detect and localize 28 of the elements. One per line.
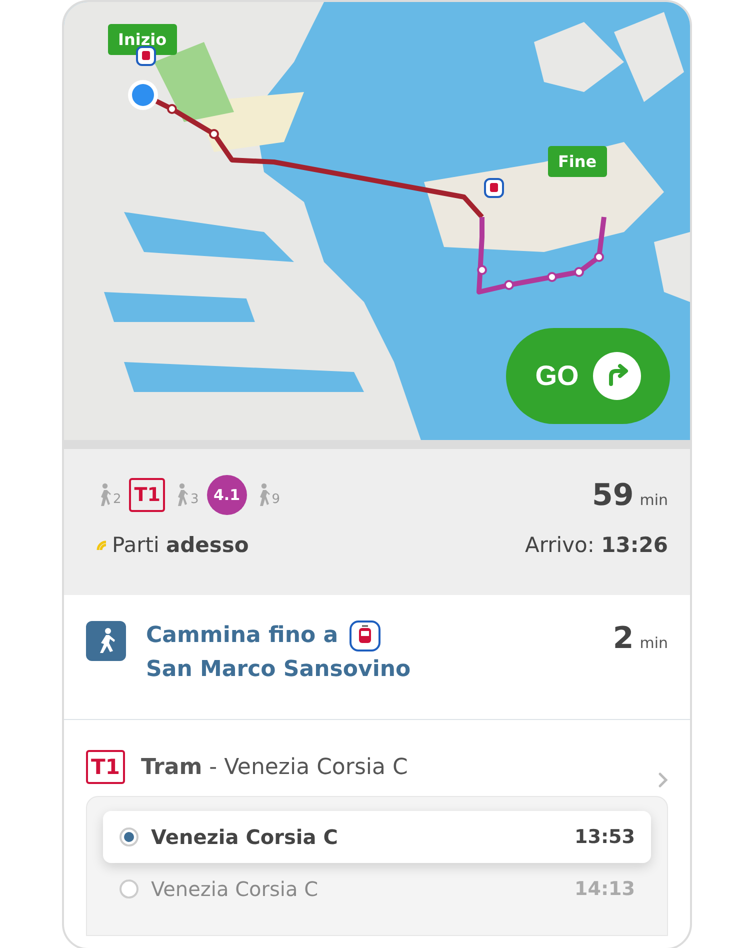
walk-minutes: 3 (190, 492, 199, 507)
stop-name: San Marco Sansovino (146, 656, 411, 684)
departure-option[interactable]: Venezia Corsia C 14:13 (103, 863, 651, 915)
arrival-time: Arrivo: 13:26 (525, 533, 668, 557)
tram-stop-icon (484, 178, 504, 198)
departure-option[interactable]: Venezia Corsia C 13:53 (103, 811, 651, 863)
step-duration: 2 (612, 621, 634, 656)
location-dot-icon (127, 79, 159, 111)
line-title: Tram - Venezia Corsia C (140, 754, 408, 780)
walk-instruction: Cammina fino a (146, 623, 338, 648)
end-marker: Fine (548, 146, 607, 177)
duration-unit: min (640, 490, 668, 508)
walk-minutes: 2 (113, 492, 122, 507)
duration-unit: min (640, 634, 668, 652)
tram-stop-icon (136, 46, 156, 66)
start-marker: Inizio (108, 24, 177, 55)
line-badge: T1 (129, 478, 166, 512)
radio-button-icon (119, 827, 139, 847)
chevron-right-icon[interactable] (658, 772, 668, 788)
departure-text: Parti adesso (112, 533, 249, 557)
tram-stop-icon (348, 620, 381, 652)
line-badge: 4.1 (206, 475, 247, 515)
walk-minutes: 9 (272, 492, 280, 507)
total-duration: 59 (592, 478, 634, 512)
live-signal-icon (96, 539, 108, 551)
radio-button-icon (119, 879, 139, 899)
line-badge: T1 (86, 750, 125, 784)
walking-person-icon (86, 621, 126, 661)
